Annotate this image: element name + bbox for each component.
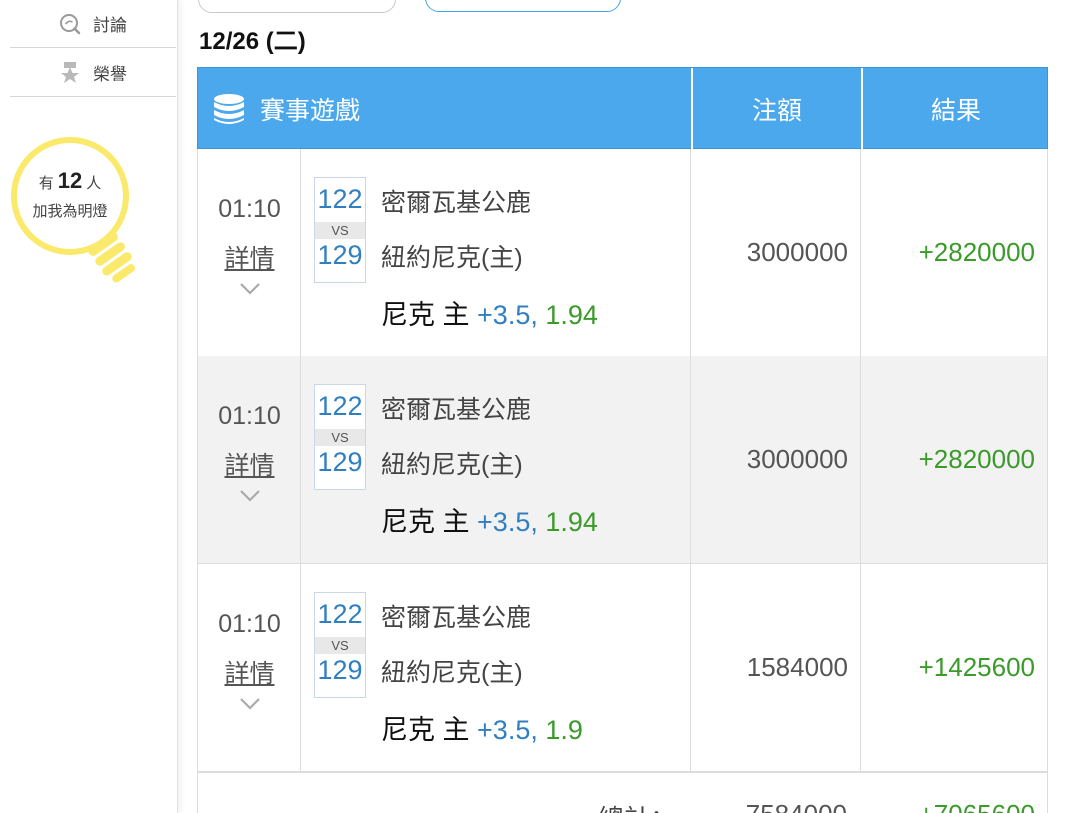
home-team-name: 紐約尼克(主): [381, 244, 523, 272]
home-team-name: 紐約尼克(主): [381, 451, 523, 479]
table-row: 01:10 詳情 122 VS 129 密爾瓦基公鹿 紐約尼克(主) 尼克 主 …: [197, 149, 1048, 357]
pick-line: 尼克 主 +3.5, 1.9: [381, 708, 583, 747]
pick-odds: 1.94: [545, 300, 598, 330]
pick-odds: 1.94: [545, 507, 598, 537]
game-cell: 122 VS 129 密爾瓦基公鹿 紐約尼克(主) 尼克 主 +3.5, 1.9: [301, 564, 691, 771]
pick-handicap: +3.5,: [477, 715, 538, 745]
detail-link[interactable]: 詳情: [198, 654, 301, 690]
pick-line: 尼克 主 +3.5, 1.94: [381, 500, 598, 539]
home-team-number: 129: [317, 655, 363, 685]
home-team-number: 129: [317, 240, 363, 270]
chevron-down-icon[interactable]: [238, 281, 262, 297]
game-cell: 122 VS 129 密爾瓦基公鹿 紐約尼克(主) 尼克 主 +3.5, 1.9…: [301, 149, 691, 356]
fans-suffix: 人: [86, 175, 102, 192]
time-cell: 01:10 詳情: [198, 149, 301, 356]
header-bet: 注額: [691, 68, 861, 150]
fans-bulb-badge[interactable]: 有 12 人 加我為明燈: [10, 136, 150, 292]
bet-amount: 1584000: [691, 564, 861, 771]
table-row: 01:10 詳情 122 VS 129 密爾瓦基公鹿 紐約尼克(主) 尼克 主 …: [197, 356, 1048, 564]
header-game-label: 賽事遊戲: [260, 97, 361, 125]
pick-team: 尼克 主: [381, 507, 470, 537]
game-time: 01:10: [218, 195, 281, 223]
vs-label: VS: [315, 637, 365, 654]
sidebar-item-honor[interactable]: 榮譽: [10, 48, 176, 97]
sidebar-item-label: 榮譽: [93, 64, 127, 84]
pick-team: 尼克 主: [381, 300, 470, 330]
away-team-name: 密爾瓦基公鹿: [381, 604, 532, 632]
game-time: 01:10: [218, 610, 281, 638]
fans-count-line: 有 12 人: [10, 168, 130, 194]
header-result: 結果: [861, 68, 1049, 150]
page: 討論 榮譽 有 12 人 加我為明燈 12/26 (二) 賽事遊戲 注額 結果 …: [0, 0, 1080, 813]
team-number-box: 122 VS 129: [314, 177, 366, 283]
total-result: +7065600: [861, 799, 1035, 813]
left-sidebar: 討論 榮譽 有 12 人 加我為明燈: [0, 0, 178, 813]
vs-label: VS: [315, 222, 365, 239]
away-team-number: 122: [317, 599, 363, 629]
bet-result: +1425600: [918, 652, 1035, 682]
pick-handicap: +3.5,: [477, 300, 538, 330]
bet-result: +2820000: [918, 237, 1035, 267]
time-cell: 01:10 詳情: [198, 564, 301, 771]
bet-amount: 3000000: [691, 149, 861, 356]
time-cell: 01:10 詳情: [198, 356, 301, 563]
sidebar-item-discuss[interactable]: 討論: [10, 0, 176, 48]
game-cell: 122 VS 129 密爾瓦基公鹿 紐約尼克(主) 尼克 主 +3.5, 1.9…: [301, 356, 691, 563]
fans-caption: 加我為明燈: [32, 203, 108, 220]
detail-link[interactable]: 詳情: [198, 446, 301, 482]
detail-link[interactable]: 詳情: [198, 239, 301, 275]
away-team-name: 密爾瓦基公鹿: [381, 189, 532, 217]
pick-handicap: +3.5,: [477, 507, 538, 537]
search-chat-icon: [59, 13, 81, 35]
away-team-number: 122: [317, 391, 363, 421]
sidebar-item-label: 討論: [93, 16, 127, 35]
away-team-number: 122: [317, 184, 363, 214]
top-action-button[interactable]: [425, 0, 621, 12]
database-icon: [214, 94, 244, 124]
home-team-number: 129: [317, 447, 363, 477]
table-row: 01:10 詳情 122 VS 129 密爾瓦基公鹿 紐約尼克(主) 尼克 主 …: [197, 564, 1048, 772]
medal-icon: [59, 61, 81, 83]
date-label: 12/26 (二): [199, 28, 306, 55]
away-team-name: 密爾瓦基公鹿: [381, 396, 532, 424]
table-header: 賽事遊戲 注額 結果: [197, 67, 1049, 150]
bet-amount: 3000000: [691, 356, 861, 563]
game-time: 01:10: [218, 402, 281, 430]
pick-line: 尼克 主 +3.5, 1.94: [381, 293, 598, 332]
bet-result: +2820000: [918, 444, 1035, 474]
chevron-down-icon[interactable]: [238, 488, 262, 504]
total-row: 總計： 7584000 +7065600: [197, 772, 1048, 813]
top-select-control[interactable]: [198, 0, 396, 13]
fans-count: 12: [57, 168, 83, 193]
total-label: 總計：: [598, 799, 676, 813]
chevron-down-icon[interactable]: [238, 696, 262, 712]
pick-team: 尼克 主: [381, 715, 470, 745]
header-game: 賽事遊戲: [198, 68, 691, 150]
total-bet: 7584000: [691, 799, 847, 813]
team-number-box: 122 VS 129: [314, 384, 366, 490]
team-number-box: 122 VS 129: [314, 592, 366, 698]
pick-odds: 1.9: [545, 715, 583, 745]
vs-label: VS: [315, 429, 365, 446]
home-team-name: 紐約尼克(主): [381, 659, 523, 687]
fans-prefix: 有: [38, 175, 54, 192]
